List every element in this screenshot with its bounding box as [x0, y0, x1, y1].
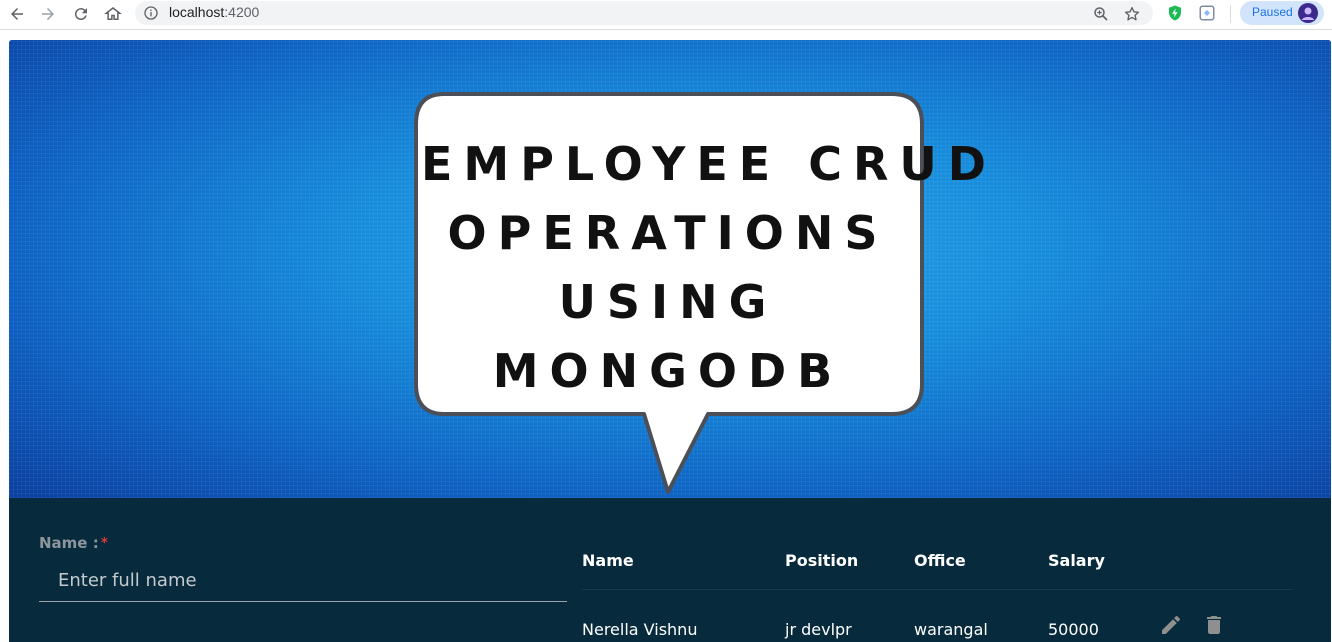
- cell-salary: 50000: [1048, 620, 1099, 639]
- star-icon[interactable]: [1123, 5, 1141, 23]
- table-divider: [582, 589, 1293, 590]
- profile-status: Paused: [1252, 5, 1293, 19]
- browser-toolbar: localhost:4200 Paused: [0, 0, 1332, 30]
- column-header-position: Position: [785, 551, 859, 570]
- cell-name: Nerella Vishnu: [582, 620, 698, 639]
- banner-title: EMPLOYEE CRUD OPERATIONS USING MONGODB: [421, 130, 997, 406]
- back-arrow-icon[interactable]: [4, 2, 30, 26]
- address-bar[interactable]: localhost:4200: [135, 1, 1153, 25]
- profile-button[interactable]: Paused: [1240, 1, 1324, 25]
- url-port: :4200: [224, 4, 260, 20]
- column-header-office: Office: [914, 551, 966, 570]
- column-header-name: Name: [582, 551, 634, 570]
- url-host: localhost: [169, 4, 225, 20]
- column-header-salary: Salary: [1048, 551, 1105, 570]
- extension-icon[interactable]: [1198, 4, 1216, 22]
- toolbar-divider: [1230, 5, 1231, 23]
- banner-line-2: OPERATIONS: [447, 206, 889, 260]
- hero-banner: EMPLOYEE CRUD OPERATIONS USING MONGODB: [9, 40, 1331, 498]
- shield-extension-icon[interactable]: [1166, 4, 1184, 22]
- banner-line-4: MONGODB: [492, 344, 844, 398]
- url-text[interactable]: localhost:4200: [169, 4, 259, 20]
- edit-icon[interactable]: [1159, 613, 1183, 637]
- name-input[interactable]: [39, 560, 567, 602]
- name-label: Name :: [39, 534, 99, 552]
- zoom-icon[interactable]: [1092, 5, 1110, 23]
- banner-line-3: USING: [558, 275, 778, 329]
- forward-arrow-icon[interactable]: [35, 2, 61, 26]
- delete-icon[interactable]: [1202, 613, 1226, 637]
- avatar: [1298, 3, 1318, 23]
- cell-position: jr devlpr: [785, 620, 852, 639]
- reload-icon[interactable]: [68, 2, 94, 26]
- info-icon[interactable]: [143, 5, 159, 21]
- home-icon[interactable]: [100, 2, 126, 26]
- cell-office: warangal: [914, 620, 988, 639]
- banner-line-1: EMPLOYEE CRUD: [421, 137, 997, 191]
- required-marker: *: [101, 536, 108, 551]
- app-page: EMPLOYEE CRUD OPERATIONS USING MONGODB N…: [9, 40, 1331, 642]
